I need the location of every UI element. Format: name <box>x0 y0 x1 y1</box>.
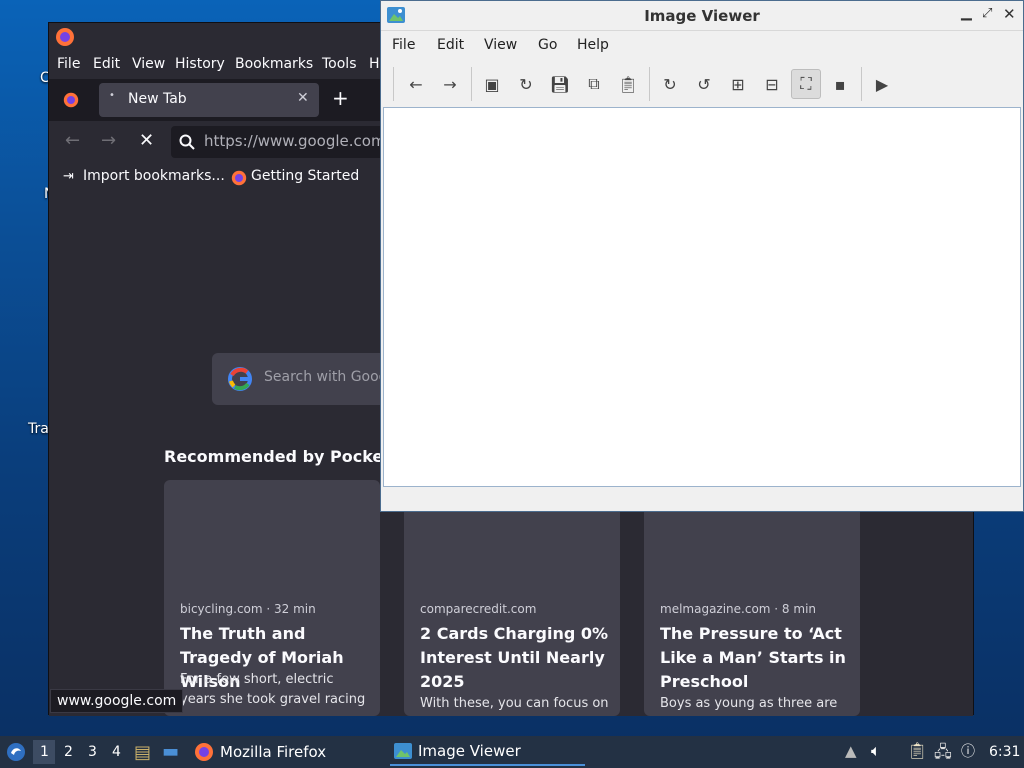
open-icon[interactable]: ▣ <box>477 69 507 99</box>
image-viewer-titlebar[interactable]: Image Viewer ▁ ⤢ ✕ <box>381 1 1023 31</box>
status-url: www.google.com <box>50 689 184 713</box>
bookmark-getting-started[interactable]: Getting Started <box>251 168 359 184</box>
save-icon[interactable]: 💾︎ <box>545 69 575 99</box>
file-manager-icon[interactable]: ▤ <box>134 742 151 763</box>
menu-file[interactable]: File <box>392 37 415 53</box>
card-excerpt: For a few short, electric years she took… <box>180 672 366 707</box>
close-tab-icon[interactable]: ✕ <box>297 90 309 106</box>
forward-icon[interactable]: → <box>435 69 465 99</box>
pocket-card[interactable]: comparecredit.com 2 Cards Charging 0% In… <box>404 480 620 716</box>
bookmark-import[interactable]: Import bookmarks... <box>83 168 225 184</box>
pocket-card[interactable]: bicycling.com · 32 min The Truth and Tra… <box>164 480 380 716</box>
workspace-2[interactable]: 2 <box>64 744 73 760</box>
network-icon[interactable]: 🖧︎ <box>934 741 952 768</box>
menu-help[interactable]: Help <box>577 37 609 53</box>
menu-tools[interactable]: Tools <box>322 56 357 72</box>
pocket-card[interactable]: melmagazine.com · 8 min The Pressure to … <box>644 480 860 716</box>
firefox-logo-icon <box>195 743 213 761</box>
slideshow-icon[interactable]: ▶ <box>867 69 897 99</box>
tab-title: New Tab <box>128 91 187 107</box>
image-canvas[interactable] <box>383 107 1021 487</box>
menu-edit[interactable]: Edit <box>437 37 464 53</box>
task-label: Mozilla Firefox <box>220 743 327 761</box>
image-viewer-app-icon <box>394 743 412 759</box>
menu-view[interactable]: View <box>484 37 517 53</box>
toolbar-separator <box>471 67 472 101</box>
image-viewer-toolbar: ← → ▣ ↻ 💾︎ ⧉ 📋︎ ↻ ↺ ⊞ ⊟ ⛶ ▪ ▶ <box>381 61 1023 105</box>
pocket-heading: Recommended by Pocket <box>164 447 391 466</box>
card-source: melmagazine.com · 8 min <box>660 602 817 616</box>
stop-icon[interactable]: ✕ <box>139 130 154 151</box>
card-source: comparecredit.com <box>420 602 537 616</box>
toolbar-separator <box>861 67 862 101</box>
menu-view[interactable]: View <box>132 56 165 72</box>
toolbar-separator <box>649 67 650 101</box>
menu-edit[interactable]: Edit <box>93 56 120 72</box>
fit-icon[interactable]: ⛶ <box>791 69 821 99</box>
workspace-3[interactable]: 3 <box>88 744 97 760</box>
card-excerpt: Boys as young as three are <box>660 696 838 711</box>
tab-new-tab[interactable]: • New Tab ✕ <box>99 83 319 117</box>
search-placeholder: Search with Goog <box>264 369 388 385</box>
menu-history[interactable]: History <box>175 56 225 72</box>
zoom-out-icon[interactable]: ⊟ <box>757 69 787 99</box>
desktop-icon-label: Tra <box>28 421 49 437</box>
original-size-icon[interactable]: ▪ <box>825 69 855 99</box>
forward-icon[interactable]: → <box>101 130 116 151</box>
task-label: Image Viewer <box>418 742 521 760</box>
window-title: Image Viewer <box>644 7 760 25</box>
back-icon[interactable]: ← <box>401 69 431 99</box>
firefox-logo-icon <box>56 28 74 46</box>
workspace-1[interactable]: 1 <box>40 744 49 760</box>
card-source: bicycling.com · 32 min <box>180 602 316 616</box>
notification-icon[interactable]: ⓘ <box>961 741 975 761</box>
tray-updates-icon[interactable]: ▲ <box>845 742 857 760</box>
rotate-ccw-icon[interactable]: ↺ <box>689 69 719 99</box>
tab-favicon-icon: • <box>109 90 115 101</box>
google-g-icon <box>228 367 252 391</box>
task-firefox[interactable]: Mozilla Firefox <box>194 738 326 766</box>
clock[interactable]: 6:31 <box>989 744 1020 760</box>
firefox-view-icon[interactable] <box>63 92 79 108</box>
card-headline: The Pressure to ‘Act Like a Man’ Starts … <box>660 624 846 691</box>
import-icon: ⇥ <box>63 169 74 184</box>
toolbar-separator <box>393 67 394 101</box>
zoom-in-icon[interactable]: ⊞ <box>723 69 753 99</box>
minimize-icon[interactable]: ▁ <box>961 5 972 21</box>
rotate-cw-icon[interactable]: ↻ <box>655 69 685 99</box>
image-viewer-menubar: File Edit View Go Help <box>381 31 1023 61</box>
menu-file[interactable]: File <box>57 56 80 72</box>
card-headline: 2 Cards Charging 0% Interest Until Nearl… <box>420 624 609 691</box>
image-viewer-window: Image Viewer ▁ ⤢ ✕ File Edit View Go Hel… <box>380 0 1024 512</box>
reload-icon[interactable]: ↻ <box>511 69 541 99</box>
start-menu-icon[interactable] <box>6 742 26 762</box>
url-text: https://www.google.com/s <box>204 132 399 150</box>
clipboard-icon[interactable]: 📋︎ <box>907 741 927 760</box>
search-icon <box>179 134 195 150</box>
workspace-4[interactable]: 4 <box>112 744 121 760</box>
menu-go[interactable]: Go <box>538 37 557 53</box>
task-image-viewer[interactable]: Image Viewer <box>390 738 585 766</box>
close-icon[interactable]: ✕ <box>1003 5 1016 23</box>
maximize-icon[interactable]: ⤢ <box>982 6 992 21</box>
copy-icon[interactable]: ⧉ <box>579 69 609 99</box>
taskbar: 1 2 3 4 ▤ ▬ Mozilla Firefox Image Viewer… <box>0 736 1024 768</box>
firefox-logo-icon <box>231 170 247 186</box>
show-desktop-icon[interactable]: ▬ <box>162 741 179 762</box>
paste-icon[interactable]: 📋︎ <box>613 69 643 99</box>
back-icon[interactable]: ← <box>65 130 80 151</box>
menu-bookmarks[interactable]: Bookmarks <box>235 56 313 72</box>
card-excerpt: With these, you can focus on <box>420 696 609 711</box>
new-tab-icon[interactable]: + <box>332 86 349 110</box>
volume-icon[interactable]: 🔈︎ <box>871 741 881 761</box>
